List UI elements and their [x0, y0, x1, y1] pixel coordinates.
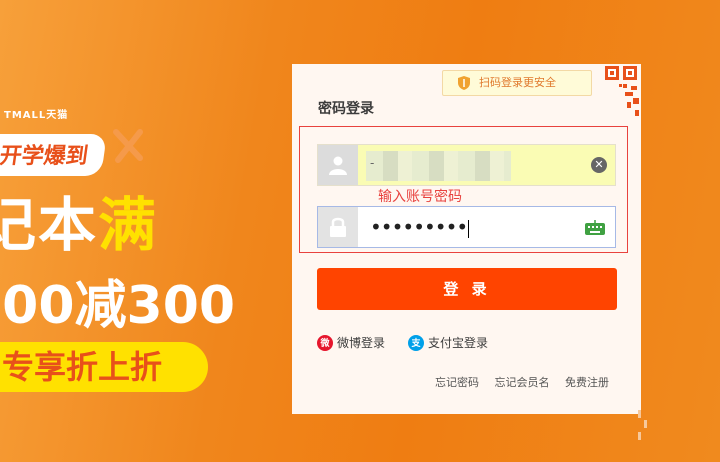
username-field[interactable]: - ✕ [317, 144, 616, 186]
decor-cross-icon [113, 129, 143, 163]
register-link[interactable]: 免费注册 [565, 376, 609, 389]
alipay-login-link[interactable]: 支 支付宝登录 [408, 334, 488, 351]
text-caret [468, 219, 470, 238]
qr-login-tip[interactable]: 扫码登录更安全 [442, 70, 592, 96]
forgot-member-link[interactable]: 忘记会员名 [495, 376, 550, 389]
password-mask: ••••••••• [370, 215, 468, 239]
promo-headline-white: 记本 [0, 191, 99, 259]
promo-tag: 开学爆到 [0, 134, 107, 176]
promo-pill: 专享折上折 [0, 342, 208, 392]
promo-banner: TMALL天猫 开学爆到 记本满 000减300 专享折上折 [0, 0, 300, 462]
panel-title: 密码登录 [318, 101, 374, 117]
user-icon [329, 156, 347, 175]
username-value: - [370, 156, 375, 170]
keyboard-icon[interactable] [585, 220, 605, 235]
user-icon-box [318, 145, 358, 185]
login-panel: 扫码登录更安全 密码登录 - ✕ 输入账号密码 ••••••••• 登 录 微 … [292, 64, 641, 414]
lock-icon [330, 217, 346, 237]
tmall-logo: TMALL天猫 [4, 110, 69, 121]
lock-icon-box [318, 207, 358, 247]
annotation-hint: 输入账号密码 [378, 189, 462, 205]
password-field[interactable]: ••••••••• [317, 206, 616, 248]
clear-icon[interactable]: ✕ [591, 157, 607, 173]
shield-icon [458, 76, 470, 90]
forgot-password-link[interactable]: 忘记密码 [435, 376, 479, 389]
alipay-login-label: 支付宝登录 [428, 336, 489, 350]
footer-links: 忘记密码 忘记会员名 免费注册 [423, 374, 609, 390]
weibo-login-link[interactable]: 微 微博登录 [317, 334, 385, 351]
promo-discount: 000减300 [0, 276, 236, 336]
weibo-icon: 微 [317, 334, 333, 351]
alipay-icon: 支 [408, 334, 424, 351]
promo-headline: 记本满 [0, 196, 158, 254]
password-value: ••••••••• [370, 215, 470, 239]
qr-code-icon[interactable] [585, 64, 641, 120]
blurred-username [366, 151, 511, 181]
login-button[interactable]: 登 录 [317, 268, 617, 310]
weibo-login-label: 微博登录 [337, 336, 386, 350]
qr-tip-label: 扫码登录更安全 [479, 76, 556, 89]
promo-headline-yellow: 满 [98, 191, 159, 259]
scroll-indicator-icon [638, 410, 647, 440]
